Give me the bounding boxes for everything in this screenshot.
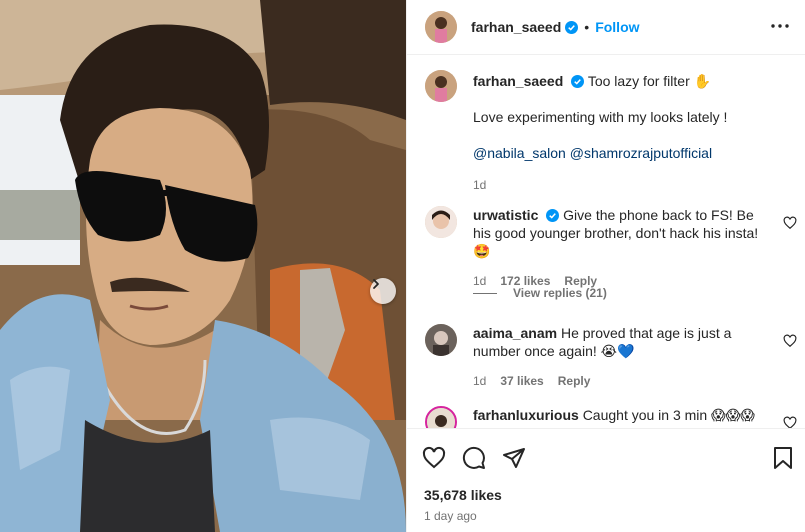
more-options-icon — [771, 24, 789, 28]
likes-count[interactable]: 35,678 likes — [424, 487, 502, 503]
comment-icon — [462, 446, 485, 469]
share-icon — [503, 448, 525, 468]
avatar[interactable] — [425, 70, 457, 102]
comment-text: Caught you in 3 min 😱😱😱 — [582, 407, 755, 423]
posted-time[interactable]: 1 day ago — [424, 509, 477, 523]
avatar[interactable] — [425, 206, 457, 238]
reply-button[interactable]: Reply — [558, 372, 591, 390]
post-photo[interactable] — [0, 0, 406, 532]
selfie-image — [0, 0, 406, 532]
next-photo-button[interactable] — [370, 278, 396, 304]
avatar[interactable] — [425, 11, 457, 43]
like-button[interactable] — [421, 445, 447, 471]
post-side-panel: farhan_saeed • Follow farhan_saeed Too l… — [406, 0, 805, 532]
heart-icon[interactable] — [783, 216, 797, 230]
verified-badge-icon — [546, 209, 560, 222]
heart-icon[interactable] — [783, 416, 797, 428]
chevron-right-icon — [373, 279, 379, 289]
verified-badge-icon — [565, 20, 579, 34]
more-options-button[interactable] — [768, 14, 792, 38]
comment-username[interactable]: aaima_anam — [473, 325, 557, 341]
verified-badge-icon — [571, 75, 585, 88]
comment-timestamp[interactable]: 1d — [473, 372, 486, 390]
view-replies-label: View replies (21) — [513, 286, 607, 300]
comment-username[interactable]: urwatistic — [473, 207, 538, 223]
divider-line — [473, 292, 497, 294]
header-username[interactable]: farhan_saeed — [471, 19, 561, 35]
caption-timestamp[interactable]: 1d — [473, 176, 793, 194]
avatar[interactable] — [425, 324, 457, 356]
post-header: farhan_saeed • Follow — [407, 0, 805, 55]
caption-username[interactable]: farhan_saeed — [473, 73, 563, 89]
avatar[interactable] — [425, 406, 457, 428]
mention-link[interactable]: @shamrozrajputofficial — [570, 145, 712, 161]
post-dialog: farhan_saeed • Follow farhan_saeed Too l… — [0, 0, 805, 532]
action-bar — [421, 445, 527, 471]
view-replies-button[interactable]: View replies (21) — [473, 286, 607, 300]
comment-likes[interactable]: 37 likes — [500, 372, 543, 390]
share-button[interactable] — [501, 445, 527, 471]
caption-line: Love experimenting with my looks lately … — [473, 109, 728, 125]
mention-link[interactable]: @nabila_salon — [473, 145, 566, 161]
separator-dot: • — [584, 19, 590, 35]
follow-button[interactable]: Follow — [595, 19, 639, 35]
heart-icon — [422, 446, 446, 469]
comment-username[interactable]: farhanluxurious — [473, 407, 579, 423]
caption-text: Too lazy for filter ✋ — [587, 73, 712, 89]
comments-section[interactable]: farhan_saeed Too lazy for filter ✋ Love … — [407, 56, 805, 428]
post-footer: 35,678 likes 1 day ago — [407, 428, 805, 532]
bookmark-icon — [774, 447, 792, 469]
save-button[interactable] — [770, 445, 796, 471]
heart-icon[interactable] — [783, 334, 797, 348]
comment-button[interactable] — [461, 445, 487, 471]
